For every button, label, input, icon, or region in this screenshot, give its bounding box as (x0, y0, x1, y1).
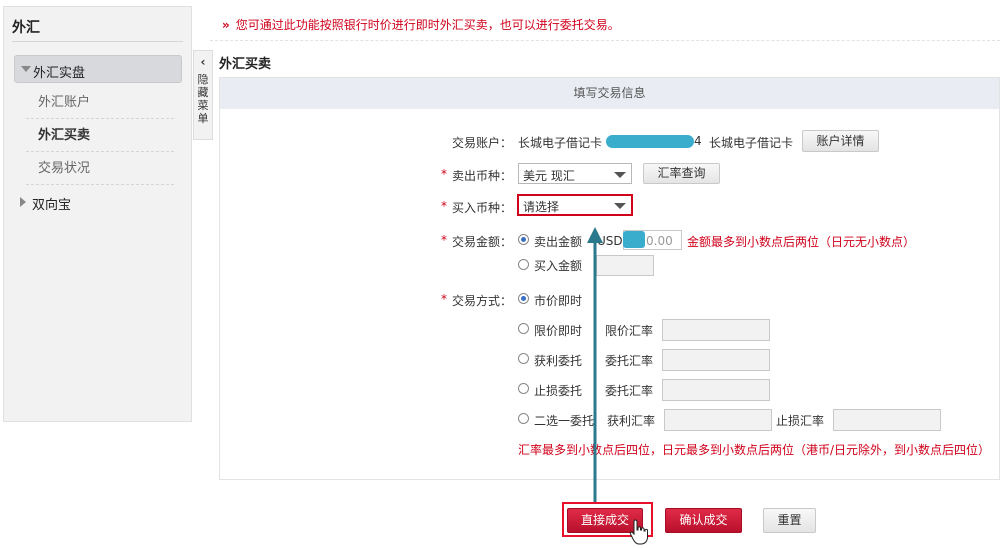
oco-profit-rate-input[interactable] (664, 409, 772, 431)
buy-currency-select[interactable]: 请选择 (517, 194, 633, 216)
stop-rate-label: 委托汇率 (605, 384, 654, 398)
profit-radio[interactable] (518, 353, 529, 364)
sidebar-item-fx-account[interactable]: 外汇账户 (26, 87, 174, 119)
account-label: 交易账户： (452, 136, 513, 150)
form-header: 填写交易信息 (220, 78, 999, 109)
dropdown-arrow-icon (614, 172, 626, 178)
sidebar-divider (12, 41, 183, 42)
profit-rate-label: 委托汇率 (605, 354, 654, 368)
sell-amount-radio[interactable] (518, 234, 529, 245)
buy-currency-value: 请选择 (523, 200, 560, 214)
card-type: 长城电子借记卡 (518, 136, 603, 150)
sidebar-group-label: 双向宝 (32, 198, 72, 213)
notice: » 您可通过此功能按照银行时价进行即时外汇买卖，也可以进行委托交易。 (222, 16, 620, 33)
stop-option: 止损委托 (534, 384, 583, 398)
confirm-trade-button[interactable]: 确认成交 (665, 508, 742, 533)
limit-rate-input[interactable] (662, 319, 770, 341)
sidebar-group-label: 外汇实盘 (33, 66, 86, 81)
oco-stop-rate-input[interactable] (833, 409, 941, 431)
trade-method-label: 交易方式： (452, 294, 513, 308)
sidebar-item-trade-status[interactable]: 交易状况 (26, 153, 174, 185)
notice-text: 您可通过此功能按照银行时价进行即时外汇买卖，也可以进行委托交易。 (235, 18, 620, 32)
sell-amount-option: 卖出金额 (534, 235, 583, 249)
card-tail: 4 (694, 134, 702, 148)
sell-currency-select[interactable]: 美元 现汇 (518, 163, 632, 184)
amount-hint: 金额最多到小数点后两位（日元无小数点） (687, 235, 916, 249)
limit-option: 限价即时 (534, 324, 583, 338)
required-mark: * (441, 233, 447, 247)
sell-currency-value: 美元 现汇 (523, 169, 575, 183)
market-radio[interactable] (518, 293, 529, 304)
sidebar: 外汇 外汇实盘 外汇账户 外汇买卖 交易状况 双向宝 (3, 6, 192, 422)
notice-divider (210, 40, 1000, 41)
buy-amount-option: 买入金额 (534, 259, 583, 273)
dropdown-arrow-icon (614, 203, 626, 209)
redacted-card-number (606, 135, 694, 148)
double-chevron-icon: » (222, 18, 230, 32)
buy-currency-label: 买入币种： (452, 201, 513, 215)
profit-option: 获利委托 (534, 354, 583, 368)
sidebar-title: 外汇 (12, 20, 40, 36)
required-mark: * (441, 167, 447, 181)
reset-button[interactable]: 重置 (763, 508, 816, 533)
buy-amount-radio[interactable] (518, 259, 529, 270)
stop-radio[interactable] (518, 383, 529, 394)
card-type-2: 长城电子借记卡 (709, 136, 794, 150)
sidebar-item-fx-trade[interactable]: 外汇买卖 (26, 120, 174, 152)
caret-down-icon (21, 66, 31, 72)
oco-radio[interactable] (518, 413, 529, 424)
oco-profit-rate-label: 获利汇率 (607, 414, 656, 428)
oco-stop-rate-label: 止损汇率 (776, 414, 825, 428)
sell-currency-label: 卖出币种： (452, 169, 513, 183)
chevron-left-icon: ‹ (200, 55, 206, 69)
annotation-arrow (587, 227, 603, 503)
required-mark: * (441, 292, 447, 306)
amount-label: 交易金额： (452, 235, 513, 249)
redaction-mark (623, 231, 645, 248)
stop-rate-input[interactable] (662, 379, 770, 401)
profit-rate-input[interactable] (662, 349, 770, 371)
sidebar-group-fx-spot[interactable]: 外汇实盘 (14, 55, 182, 83)
required-mark: * (441, 199, 447, 213)
limit-radio[interactable] (518, 323, 529, 334)
limit-rate-label: 限价汇率 (605, 324, 654, 338)
hide-menu-label: 隐藏菜单 (197, 73, 209, 125)
amount-value: 0.00 (646, 234, 673, 248)
caret-right-icon (20, 197, 26, 207)
market-option: 市价即时 (534, 294, 583, 308)
rate-query-button[interactable]: 汇率查询 (643, 163, 720, 184)
hand-cursor-icon (629, 519, 648, 545)
page-title: 外汇买卖 (219, 57, 272, 72)
account-detail-button[interactable]: 账户详情 (802, 130, 879, 152)
hide-menu-tab[interactable]: ‹ 隐藏菜单 (193, 50, 213, 140)
